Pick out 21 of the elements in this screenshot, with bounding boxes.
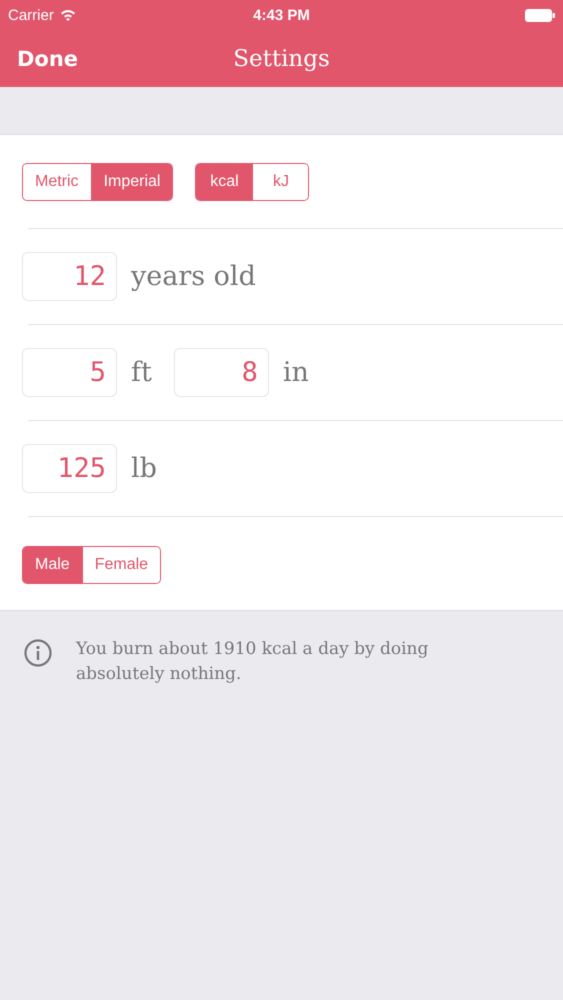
segment-option[interactable]: Female (82, 547, 160, 583)
wifi-icon (60, 9, 76, 21)
info-text: You burn about 1910 kcal a day by doing absolutely nothing. (76, 638, 430, 686)
number-field[interactable]: 8 (174, 348, 269, 397)
screen-title: Settings (233, 46, 330, 72)
segment-option[interactable]: kJ (252, 164, 308, 200)
unit-label: ft (131, 357, 152, 388)
unit-label: lb (131, 453, 157, 484)
battery-icon (525, 8, 555, 22)
number-field[interactable]: 5 (22, 348, 117, 397)
number-field[interactable]: 125 (22, 444, 117, 493)
segment-option[interactable]: Male (23, 547, 82, 583)
unit-label: in (282, 357, 309, 388)
info-icon (24, 639, 52, 667)
done-button[interactable]: Done (17, 46, 78, 70)
number-field[interactable]: 12 (22, 252, 117, 301)
clock-time: 4:43 PM (253, 6, 310, 24)
unit-label: years old (131, 261, 256, 292)
segment-option[interactable]: kcal (196, 164, 252, 200)
segment-option[interactable]: Imperial (90, 164, 172, 200)
carrier-label: Carrier (8, 6, 54, 24)
